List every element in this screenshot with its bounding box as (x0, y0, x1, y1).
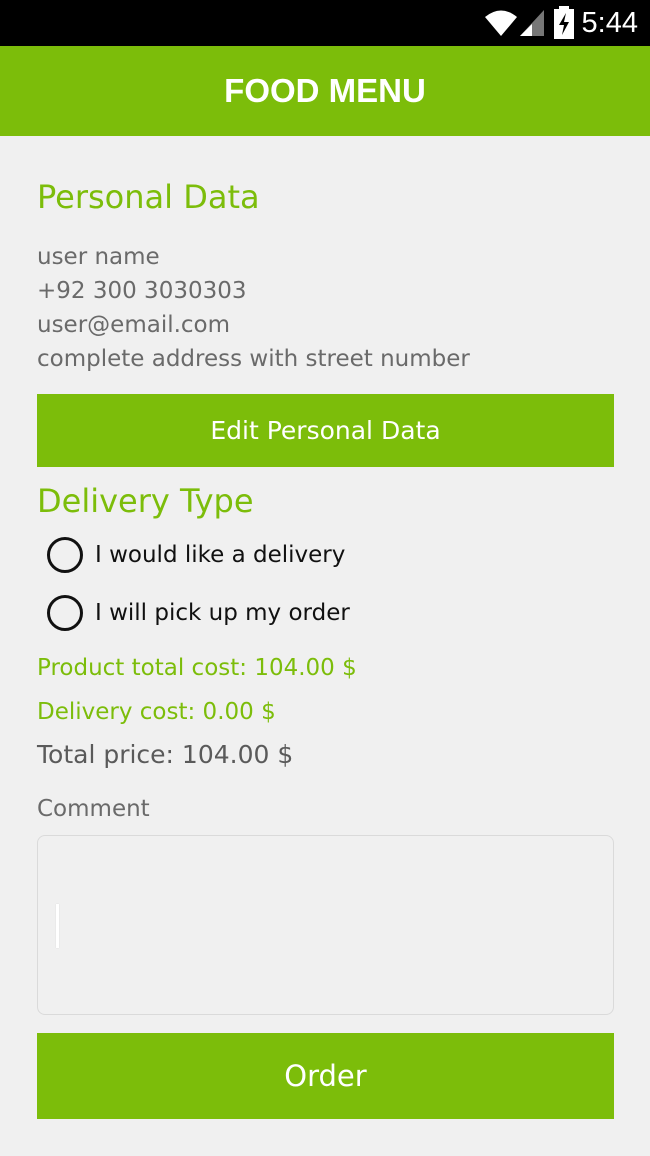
status-bar: 5:44 (0, 0, 650, 46)
radio-option-delivery[interactable]: I would like a delivery (47, 536, 345, 574)
user-address: complete address with street number (37, 346, 470, 372)
radio-button[interactable] (47, 537, 83, 573)
wifi-icon (485, 10, 517, 36)
comment-label: Comment (37, 796, 150, 822)
user-name: user name (37, 244, 160, 270)
order-button[interactable]: Order (37, 1033, 614, 1119)
radio-label: I would like a delivery (95, 542, 346, 568)
radio-option-pickup[interactable]: I will pick up my order (47, 594, 350, 632)
signal-icon (520, 10, 544, 36)
delivery-cost: Delivery cost: 0.00 $ (37, 699, 276, 725)
status-time: 5:44 (581, 7, 638, 39)
radio-button[interactable] (47, 595, 83, 631)
user-phone: +92 300 3030303 (37, 278, 247, 304)
delivery-type-title: Delivery Type (37, 482, 254, 520)
edit-personal-data-button[interactable]: Edit Personal Data (37, 394, 614, 467)
product-total-cost: Product total cost: 104.00 $ (37, 655, 357, 681)
total-price: Total price: 104.00 $ (37, 740, 294, 769)
user-email: user@email.com (37, 312, 231, 338)
app-title: FOOD MENU (224, 72, 426, 109)
comment-input[interactable] (37, 835, 614, 1015)
radio-label: I will pick up my order (95, 600, 350, 626)
personal-data-title: Personal Data (37, 178, 260, 216)
battery-charging-icon (554, 6, 574, 39)
app-bar: FOOD MENU (0, 46, 650, 136)
text-cursor (56, 904, 59, 948)
